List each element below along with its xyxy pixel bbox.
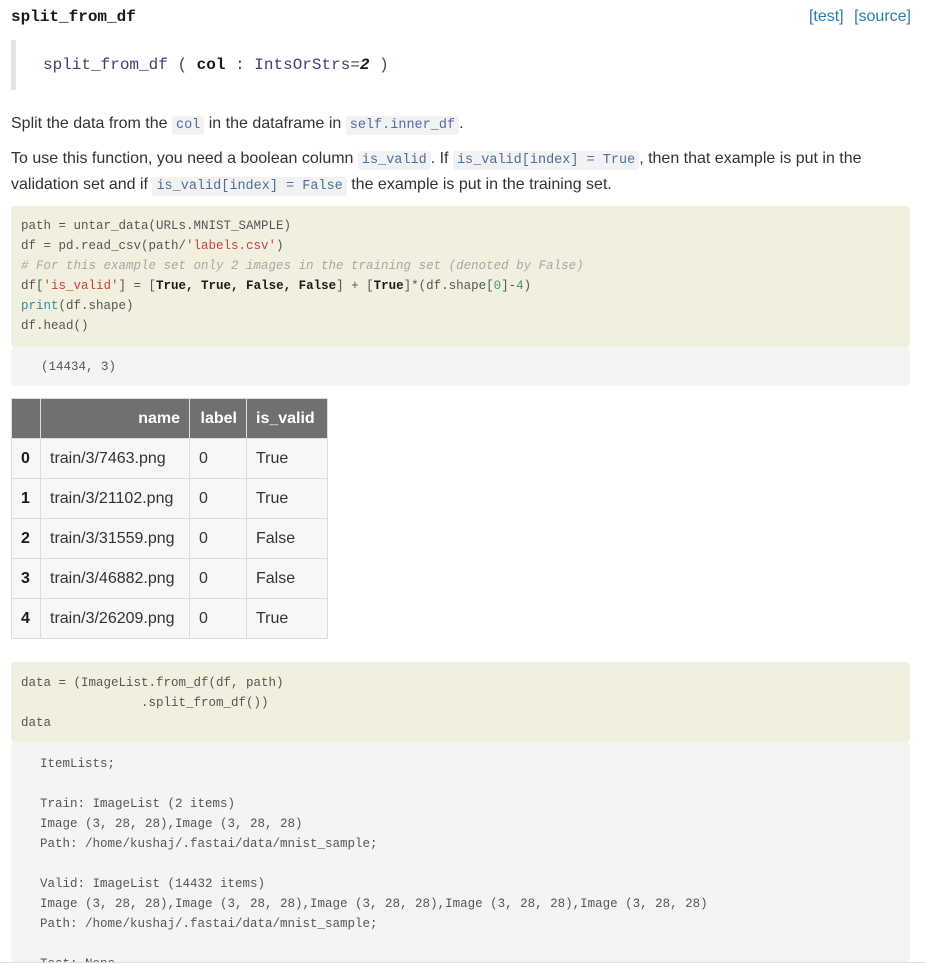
code-token: ] + [ bbox=[336, 279, 374, 293]
code-token: ) bbox=[276, 239, 284, 253]
test-link[interactable]: [test] bbox=[809, 8, 844, 25]
inline-code: col bbox=[171, 116, 205, 135]
table-row: 1 train/3/21102.png 0 True bbox=[11, 478, 328, 519]
output-line: (14434, 3) bbox=[41, 360, 117, 374]
cell-label: 0 bbox=[189, 478, 247, 519]
function-signature: split_from_df ( col : IntsOrStrs=2 ) bbox=[11, 40, 915, 90]
inline-code: is_valid[index] = True bbox=[452, 151, 640, 170]
table-row: 4 train/3/26209.png 0 True bbox=[11, 598, 328, 639]
function-title: split_from_df bbox=[11, 8, 136, 26]
code-number: 4 bbox=[516, 279, 524, 293]
output-line: Valid: ImageList (14432 items) bbox=[40, 877, 266, 891]
code-number: 0 bbox=[493, 279, 502, 293]
signature-default: 2 bbox=[359, 56, 370, 74]
desc-text: Split the data from the bbox=[11, 115, 168, 132]
desc-text: , then that example is put in the bbox=[639, 150, 862, 167]
cell-label: 0 bbox=[189, 518, 247, 559]
output-line: Image (3, 28, 28),Image (3, 28, 28),Imag… bbox=[40, 897, 708, 911]
desc-text: To use this function, you need a boolean… bbox=[11, 150, 354, 167]
code-cell-1: path = untar_data(URLs.MNIST_SAMPLE) df … bbox=[11, 206, 910, 347]
cell-is-valid: False bbox=[246, 518, 328, 559]
desc-text: the example is put in the training set. bbox=[351, 176, 612, 193]
inline-code: is_valid bbox=[357, 151, 431, 170]
desc-text: . bbox=[459, 115, 464, 132]
code-token: ] = [ bbox=[118, 279, 157, 293]
signature-param: col bbox=[196, 56, 226, 74]
table-header-name: name bbox=[40, 398, 190, 439]
code-keyword: True, True, False, False bbox=[156, 279, 337, 293]
cell-is-valid: True bbox=[246, 478, 328, 519]
code-line: data bbox=[21, 716, 52, 730]
table-row: 2 train/3/31559.png 0 False bbox=[11, 518, 328, 559]
row-index: 3 bbox=[11, 558, 41, 599]
source-link[interactable]: [source] bbox=[854, 8, 911, 25]
cell-is-valid: True bbox=[246, 598, 328, 639]
description-para-1: Split the data from the col in the dataf… bbox=[11, 112, 911, 138]
table-header-row: name label is_valid bbox=[11, 398, 328, 439]
signature-text: split_from_df ( col : IntsOrStrs=2 ) bbox=[43, 56, 389, 74]
code-line: df.head() bbox=[21, 319, 89, 333]
signature-eq: = bbox=[350, 56, 360, 74]
code-comment: # For this example set only 2 images in … bbox=[21, 259, 584, 273]
desc-text: . If bbox=[430, 150, 449, 167]
inline-code: self.inner_df bbox=[345, 116, 460, 135]
inline-code: is_valid[index] = False bbox=[152, 177, 347, 196]
cell-is-valid: True bbox=[246, 438, 328, 479]
table-header-is-valid: is_valid bbox=[246, 398, 328, 439]
code-token: ]- bbox=[501, 279, 517, 293]
signature-type: IntsOrStrs bbox=[254, 56, 351, 74]
cell-is-valid: False bbox=[246, 558, 328, 599]
output-cell-1: (14434, 3) bbox=[11, 347, 910, 386]
cell-label: 0 bbox=[189, 598, 247, 639]
code-token: (df.shape) bbox=[58, 299, 134, 313]
code-cell-2: data = (ImageList.from_df(df, path) .spl… bbox=[11, 662, 910, 742]
row-index: 2 bbox=[11, 518, 41, 559]
table-row: 3 train/3/46882.png 0 False bbox=[11, 558, 328, 599]
cell-name: train/3/31559.png bbox=[40, 518, 190, 559]
header-links: [test] [source] bbox=[803, 8, 911, 26]
code-token: df[ bbox=[21, 279, 44, 293]
cell-name: train/3/46882.png bbox=[40, 558, 190, 599]
row-index: 0 bbox=[11, 438, 41, 479]
output-line: Image (3, 28, 28),Image (3, 28, 28) bbox=[40, 817, 303, 831]
signature-close-paren: ) bbox=[379, 56, 389, 74]
signature-open-paren: ( bbox=[177, 56, 188, 74]
code-keyword: True bbox=[373, 279, 404, 293]
code-line: df['is_valid'] = [True, True, False, Fal… bbox=[21, 276, 531, 296]
table-header-label: label bbox=[189, 398, 247, 439]
row-index: 4 bbox=[11, 598, 41, 639]
output-line: Train: ImageList (2 items) bbox=[40, 797, 236, 811]
code-token: df = pd.read_csv(path/ bbox=[21, 239, 187, 253]
cell-name: train/3/26209.png bbox=[40, 598, 190, 639]
output-line: ItemLists; bbox=[40, 757, 116, 771]
row-index: 1 bbox=[11, 478, 41, 519]
code-token: ) bbox=[523, 279, 532, 293]
cell-label: 0 bbox=[189, 558, 247, 599]
output-line: Path: /home/kushaj/.fastai/data/mnist_sa… bbox=[40, 917, 378, 931]
code-token: ]*(df.shape[ bbox=[403, 279, 494, 293]
desc-text: validation set and if bbox=[11, 176, 148, 193]
code-string: 'is_valid' bbox=[43, 279, 119, 293]
code-string: 'labels.csv' bbox=[186, 239, 277, 253]
cell-name: train/3/7463.png bbox=[40, 438, 190, 479]
table-row: 0 train/3/7463.png 0 True bbox=[11, 438, 328, 479]
doc-header: split_from_df [test] [source] bbox=[11, 8, 911, 32]
output-cell-2: ItemLists; Train: ImageList (2 items) Im… bbox=[11, 742, 910, 963]
cell-name: train/3/21102.png bbox=[40, 478, 190, 519]
signature-name: split_from_df bbox=[43, 56, 168, 74]
code-line: print(df.shape) bbox=[21, 296, 134, 316]
output-line: Path: /home/kushaj/.fastai/data/mnist_sa… bbox=[40, 837, 378, 851]
dataframe-table: name label is_valid 0 train/3/7463.png 0… bbox=[11, 398, 328, 639]
table-header-index bbox=[11, 398, 41, 439]
cell-label: 0 bbox=[189, 438, 247, 479]
signature-colon: : bbox=[235, 56, 245, 74]
code-line: data = (ImageList.from_df(df, path) bbox=[21, 676, 284, 690]
description-para-2: To use this function, you need a boolean… bbox=[11, 147, 911, 199]
code-line: df = pd.read_csv(path/'labels.csv') bbox=[21, 236, 284, 256]
code-line: .split_from_df()) bbox=[21, 696, 269, 710]
code-line: path = untar_data(URLs.MNIST_SAMPLE) bbox=[21, 219, 292, 233]
desc-text: in the dataframe in bbox=[208, 115, 342, 132]
code-builtin: print bbox=[21, 299, 59, 313]
